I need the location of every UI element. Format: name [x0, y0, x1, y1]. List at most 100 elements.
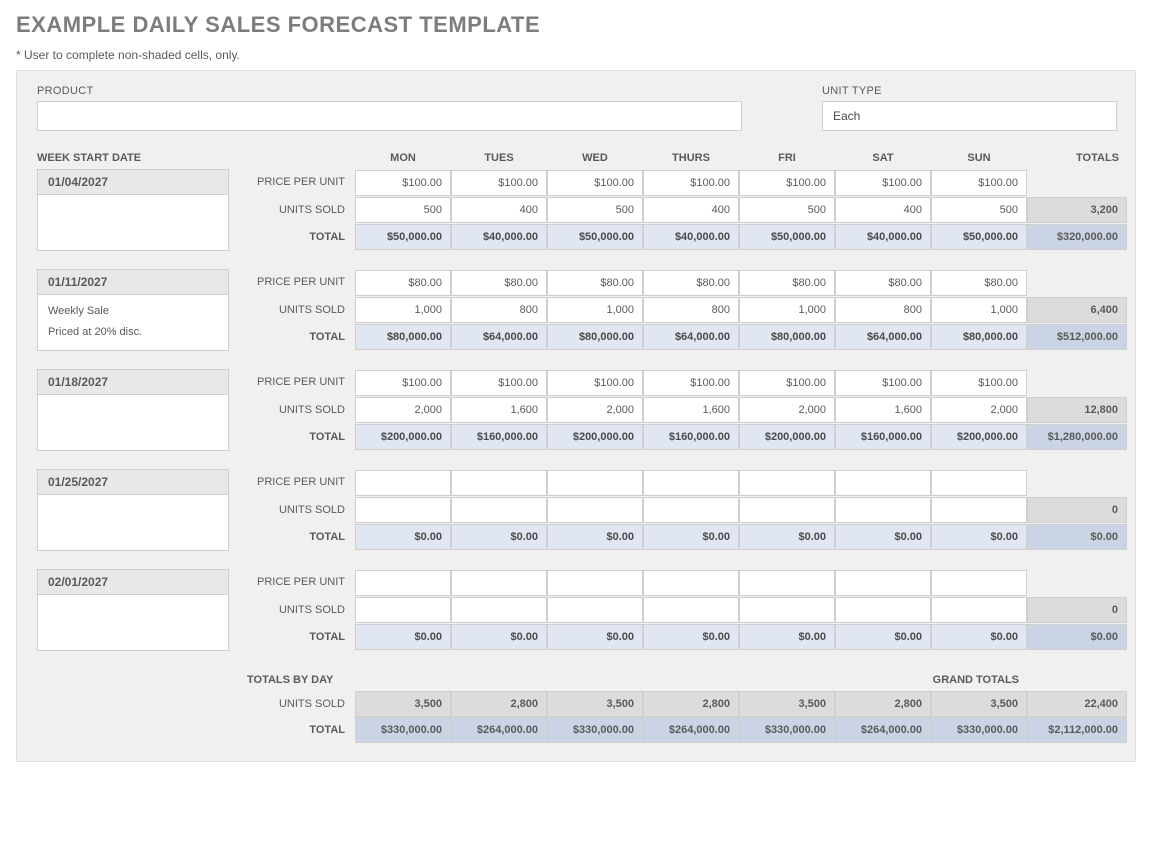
- week-1-price-4[interactable]: $80.00: [739, 270, 835, 296]
- grand-units-tues: 2,800: [451, 691, 547, 717]
- week-3-week-total: $0.00: [1027, 524, 1127, 550]
- week-4-price-3[interactable]: [643, 570, 739, 596]
- week-1-units-6[interactable]: 1,000: [931, 297, 1027, 323]
- week-3-units-2[interactable]: [547, 497, 643, 523]
- week-4-units-5[interactable]: [835, 597, 931, 623]
- week-3-price-1[interactable]: [451, 470, 547, 496]
- week-0-notes[interactable]: [37, 195, 229, 251]
- week-4-total-0: $0.00: [355, 624, 451, 650]
- week-1-price-6[interactable]: $80.00: [931, 270, 1027, 296]
- week-3-price-0[interactable]: [355, 470, 451, 496]
- week-0-units-4[interactable]: 500: [739, 197, 835, 223]
- week-2-total-3: $160,000.00: [643, 424, 739, 450]
- week-2-units-4[interactable]: 2,000: [739, 397, 835, 423]
- week-1-price-3[interactable]: $80.00: [643, 270, 739, 296]
- week-3-price-5[interactable]: [835, 470, 931, 496]
- week-2-units-5[interactable]: 1,600: [835, 397, 931, 423]
- week-3-units-5[interactable]: [835, 497, 931, 523]
- grand-total-sun: $330,000.00: [931, 717, 1027, 743]
- week-2-price-5[interactable]: $100.00: [835, 370, 931, 396]
- week-2-units-3[interactable]: 1,600: [643, 397, 739, 423]
- week-1-date[interactable]: 01/11/2027: [37, 269, 229, 295]
- product-input[interactable]: [37, 101, 742, 131]
- week-3-units-0[interactable]: [355, 497, 451, 523]
- week-2-price-label: PRICE PER UNIT: [247, 369, 355, 396]
- week-2-total-1: $160,000.00: [451, 424, 547, 450]
- week-0-units-5[interactable]: 400: [835, 197, 931, 223]
- week-2-price-2[interactable]: $100.00: [547, 370, 643, 396]
- week-0-price-5[interactable]: $100.00: [835, 170, 931, 196]
- week-4-units-1[interactable]: [451, 597, 547, 623]
- week-0-date[interactable]: 01/04/2027: [37, 169, 229, 195]
- week-4-units-3[interactable]: [643, 597, 739, 623]
- week-3-price-6[interactable]: [931, 470, 1027, 496]
- week-2-units-1[interactable]: 1,600: [451, 397, 547, 423]
- week-3-units-3[interactable]: [643, 497, 739, 523]
- week-0-price-3[interactable]: $100.00: [643, 170, 739, 196]
- week-1-units-3[interactable]: 800: [643, 297, 739, 323]
- week-4-price-0[interactable]: [355, 570, 451, 596]
- week-1-price-1[interactable]: $80.00: [451, 270, 547, 296]
- week-2-price-4[interactable]: $100.00: [739, 370, 835, 396]
- week-2-units-2[interactable]: 2,000: [547, 397, 643, 423]
- week-4-price-4[interactable]: [739, 570, 835, 596]
- week-4-price-1[interactable]: [451, 570, 547, 596]
- week-4-price-5[interactable]: [835, 570, 931, 596]
- week-0-price-1[interactable]: $100.00: [451, 170, 547, 196]
- week-0-units-2[interactable]: 500: [547, 197, 643, 223]
- grand-units-total: 22,400: [1027, 691, 1127, 717]
- week-3-price-4[interactable]: [739, 470, 835, 496]
- totals-by-day-label: TOTALS BY DAY: [247, 674, 333, 686]
- week-3-price-3[interactable]: [643, 470, 739, 496]
- week-0-price-6[interactable]: $100.00: [931, 170, 1027, 196]
- week-2-price-3[interactable]: $100.00: [643, 370, 739, 396]
- week-0-price-2[interactable]: $100.00: [547, 170, 643, 196]
- week-4-total-5: $0.00: [835, 624, 931, 650]
- day-head-sat: SAT: [835, 147, 931, 169]
- week-2-units-0[interactable]: 2,000: [355, 397, 451, 423]
- week-4-units-4[interactable]: [739, 597, 835, 623]
- week-1-notes[interactable]: Weekly Sale Priced at 20% disc.: [37, 295, 229, 351]
- week-0-units-6[interactable]: 500: [931, 197, 1027, 223]
- unit-type-input[interactable]: [822, 101, 1117, 131]
- week-3-units-4[interactable]: [739, 497, 835, 523]
- week-0-price-label: PRICE PER UNIT: [247, 169, 355, 196]
- week-1-price-0[interactable]: $80.00: [355, 270, 451, 296]
- week-2-units-6[interactable]: 2,000: [931, 397, 1027, 423]
- week-4-price-2[interactable]: [547, 570, 643, 596]
- week-0-total-4: $50,000.00: [739, 224, 835, 250]
- week-1-units-1[interactable]: 800: [451, 297, 547, 323]
- week-2-price-0[interactable]: $100.00: [355, 370, 451, 396]
- forecast-panel: PRODUCT UNIT TYPE WEEK START DATE MON TU…: [16, 70, 1136, 762]
- week-0-price-0[interactable]: $100.00: [355, 170, 451, 196]
- day-head-wed: WED: [547, 147, 643, 169]
- week-0-units-1[interactable]: 400: [451, 197, 547, 223]
- week-1-units-5[interactable]: 800: [835, 297, 931, 323]
- week-1-units-0[interactable]: 1,000: [355, 297, 451, 323]
- week-1-units-2[interactable]: 1,000: [547, 297, 643, 323]
- grand-units-sat: 2,800: [835, 691, 931, 717]
- week-4-notes[interactable]: [37, 595, 229, 651]
- week-4-total-4: $0.00: [739, 624, 835, 650]
- week-4-price-6[interactable]: [931, 570, 1027, 596]
- week-3-units-1[interactable]: [451, 497, 547, 523]
- day-head-thurs: THURS: [643, 147, 739, 169]
- week-1-units-4[interactable]: 1,000: [739, 297, 835, 323]
- week-4-units-2[interactable]: [547, 597, 643, 623]
- week-2-date[interactable]: 01/18/2027: [37, 369, 229, 395]
- week-2-price-1[interactable]: $100.00: [451, 370, 547, 396]
- week-4-units-6[interactable]: [931, 597, 1027, 623]
- week-1-price-2[interactable]: $80.00: [547, 270, 643, 296]
- week-0-price-4[interactable]: $100.00: [739, 170, 835, 196]
- week-3-notes[interactable]: [37, 495, 229, 551]
- week-4-date[interactable]: 02/01/2027: [37, 569, 229, 595]
- week-4-units-0[interactable]: [355, 597, 451, 623]
- week-1-price-5[interactable]: $80.00: [835, 270, 931, 296]
- week-3-units-6[interactable]: [931, 497, 1027, 523]
- week-3-date[interactable]: 01/25/2027: [37, 469, 229, 495]
- week-2-price-6[interactable]: $100.00: [931, 370, 1027, 396]
- week-3-price-2[interactable]: [547, 470, 643, 496]
- week-0-units-3[interactable]: 400: [643, 197, 739, 223]
- week-2-notes[interactable]: [37, 395, 229, 451]
- week-0-units-0[interactable]: 500: [355, 197, 451, 223]
